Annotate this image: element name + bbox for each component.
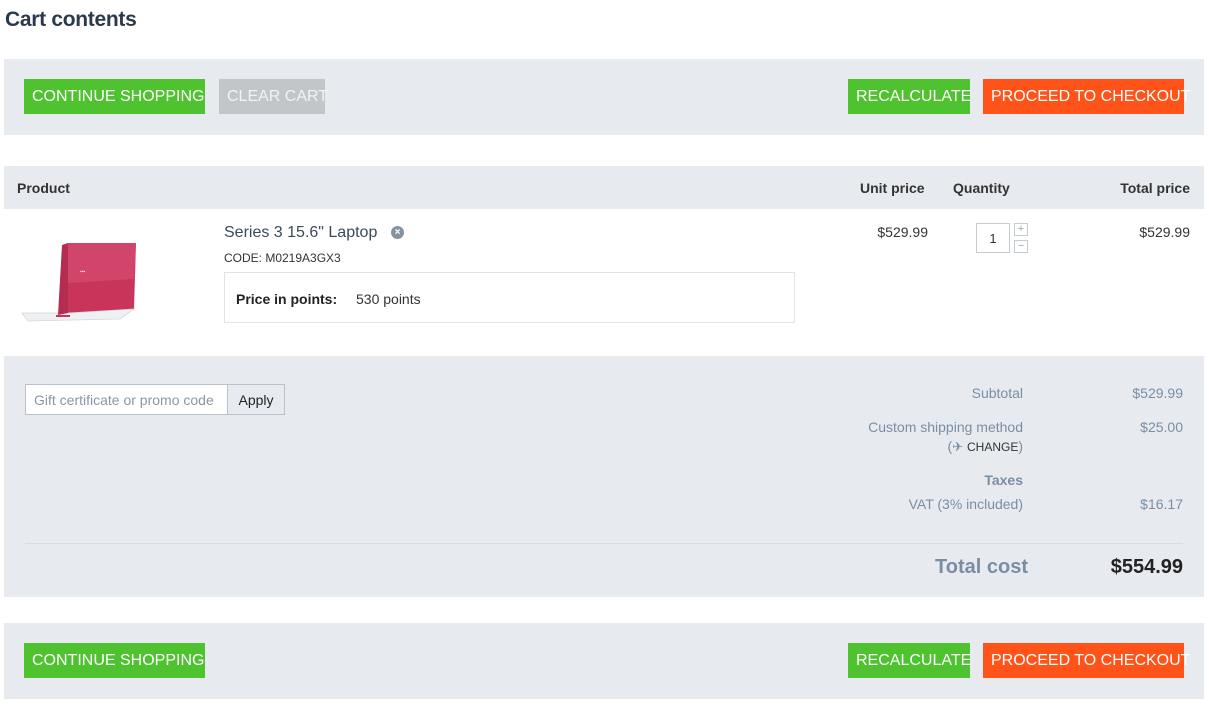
product-code: CODE: M0219A3GX3	[224, 251, 341, 265]
remove-item-icon[interactable]: ×	[391, 226, 404, 239]
airplane-icon: ✈	[952, 439, 964, 454]
header-total-price: Total price	[1120, 180, 1190, 196]
header-unit-price: Unit price	[860, 180, 925, 196]
shipping-value: $25.00	[1140, 419, 1183, 435]
unit-price: $529.99	[877, 224, 928, 240]
svg-text:▪▪▪: ▪▪▪	[80, 269, 86, 275]
subtotal-label: Subtotal	[971, 385, 1023, 401]
summary-divider	[25, 543, 1183, 544]
recalculate-button-bottom[interactable]: RECALCULATE	[848, 643, 971, 678]
quantity-increase-icon[interactable]: +	[1014, 223, 1028, 236]
promo-code-input[interactable]	[25, 384, 228, 415]
row-total-price: $529.99	[1139, 224, 1190, 240]
points-box: Price in points: 530 points	[224, 272, 795, 323]
top-action-bar: CONTINUE SHOPPING CLEAR CART RECALCULATE…	[4, 59, 1204, 135]
checkout-button[interactable]: PROCEED TO CHECKOUT	[983, 79, 1190, 114]
clear-cart-button[interactable]: CLEAR CART	[219, 79, 328, 114]
points-label: Price in points:	[236, 291, 338, 307]
laptop-image[interactable]: ▪▪▪	[18, 239, 138, 323]
subtotal-value: $529.99	[1132, 385, 1183, 401]
total-cost-value: $554.99	[1110, 556, 1183, 578]
table-row: ▪▪▪ Series 3 15.6" Laptop × CODE: M0219A…	[4, 209, 1204, 356]
recalculate-button[interactable]: RECALCULATE	[848, 79, 971, 114]
page-title: Cart contents	[5, 8, 137, 31]
vat-value: $16.17	[1140, 496, 1183, 512]
checkout-button-bottom[interactable]: PROCEED TO CHECKOUT	[983, 643, 1190, 678]
apply-promo-button[interactable]: Apply	[227, 384, 285, 415]
shipping-label: Custom shipping method	[868, 419, 1023, 435]
continue-shopping-button-bottom[interactable]: CONTINUE SHOPPING	[24, 643, 205, 678]
continue-shopping-button[interactable]: CONTINUE SHOPPING	[24, 79, 205, 114]
points-value: 530 points	[356, 291, 421, 307]
quantity-input[interactable]	[976, 223, 1010, 253]
vat-label: VAT (3% included)	[908, 496, 1023, 512]
taxes-label: Taxes	[984, 472, 1023, 488]
cart-summary: Apply Subtotal $529.99 Custom shipping m…	[4, 356, 1204, 597]
quantity-decrease-icon[interactable]: −	[1014, 240, 1028, 253]
change-shipping-link[interactable]: CHANGE	[967, 440, 1018, 454]
cart-table-header: Product Unit price Quantity Total price	[4, 166, 1204, 209]
change-shipping: (✈ CHANGE)	[947, 438, 1023, 454]
bottom-action-bar: CONTINUE SHOPPING RECALCULATE PROCEED TO…	[4, 623, 1204, 699]
header-quantity: Quantity	[953, 180, 1010, 196]
total-cost-label: Total cost	[935, 556, 1028, 578]
header-product: Product	[17, 180, 70, 196]
product-name-link[interactable]: Series 3 15.6" Laptop	[224, 224, 377, 242]
